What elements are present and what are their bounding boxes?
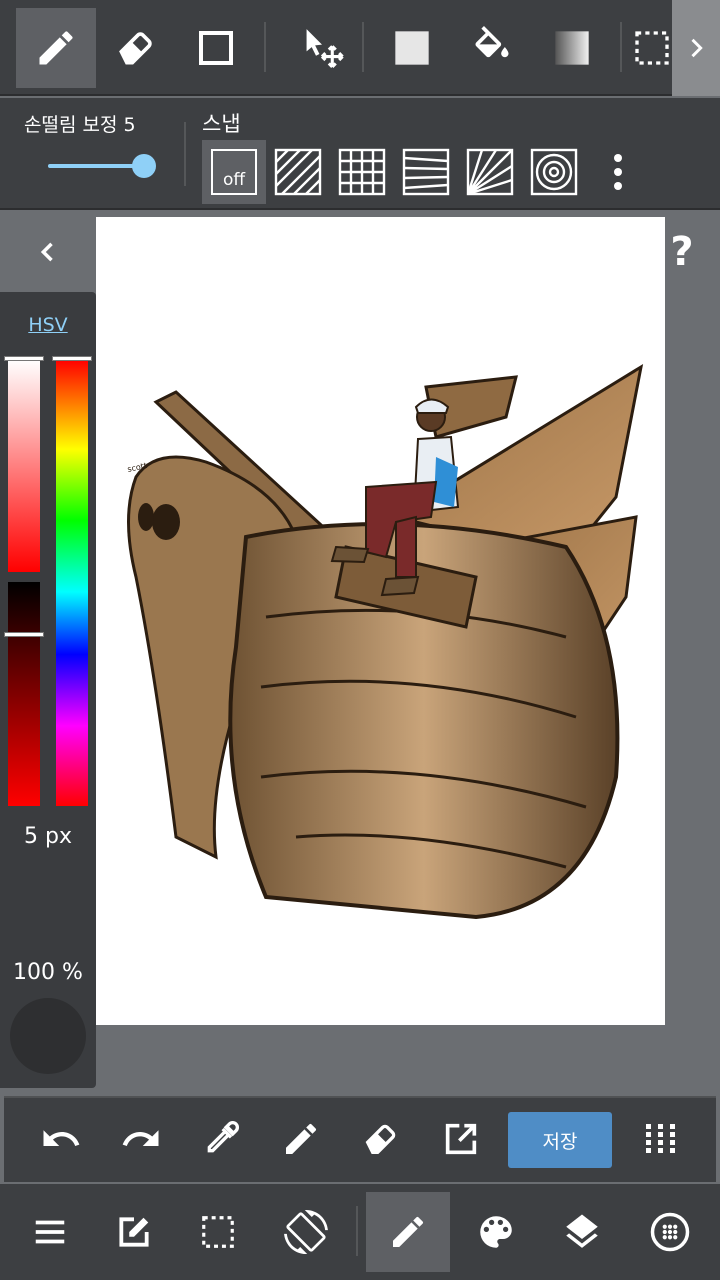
move-cursor-icon <box>306 29 344 68</box>
concentric-circles-icon <box>530 148 578 196</box>
medibang-app: 손떨림 보정 5 스냅 off scott ? HSV 5 px 100 % 저… <box>0 0 720 1280</box>
drawing-canvas[interactable]: scott <box>96 217 665 1025</box>
gradient-icon <box>555 31 589 65</box>
radial-lines-icon <box>466 148 514 196</box>
undo-icon <box>43 1130 80 1146</box>
saturation-marker[interactable] <box>4 356 44 361</box>
snap-concentric-button[interactable] <box>522 140 586 204</box>
hamburger-menu-icon <box>35 1220 65 1244</box>
toolbar-expand-button[interactable] <box>672 0 720 96</box>
edit-square-icon <box>119 1217 149 1247</box>
help-button[interactable]: ? <box>658 228 706 276</box>
pen-tool-button[interactable] <box>16 8 96 88</box>
shape-tool-button[interactable] <box>176 8 256 88</box>
pirate-ship-artwork: scott <box>127 363 644 920</box>
stabilizer-slider-knob[interactable] <box>132 154 156 178</box>
snap-off-icon: off <box>211 149 257 195</box>
dots-grid-icon <box>646 1124 675 1153</box>
chevron-right-icon <box>691 38 703 58</box>
redo-button[interactable] <box>106 1104 176 1174</box>
snap-parallel-button[interactable] <box>266 140 330 204</box>
move-tool-button[interactable] <box>282 8 362 88</box>
stabilizer-slider-track[interactable] <box>48 164 144 168</box>
hue-marker[interactable] <box>52 356 92 361</box>
layers-button[interactable] <box>540 1192 624 1272</box>
export-button[interactable] <box>426 1104 496 1174</box>
more-actions-button[interactable] <box>626 1104 696 1174</box>
pencil-icon <box>286 1123 317 1154</box>
brush-nav-button[interactable] <box>366 1192 450 1272</box>
pencil-icon <box>39 31 73 65</box>
save-button[interactable]: 저장 <box>508 1112 612 1168</box>
pencil-icon <box>393 1216 424 1247</box>
dotted-select-icon <box>202 1216 234 1248</box>
selection-menu-button[interactable] <box>176 1192 260 1272</box>
screen-rotation-icon <box>284 1210 328 1254</box>
rotate-canvas-button[interactable] <box>264 1192 348 1272</box>
parallel-lines-icon <box>274 148 322 196</box>
more-vertical-icon <box>614 154 622 190</box>
snap-more-button[interactable] <box>590 140 646 204</box>
hue-slider[interactable] <box>56 360 88 806</box>
panel-collapse-button[interactable] <box>0 212 96 292</box>
brightness-slider[interactable] <box>8 582 40 806</box>
dotted-circle-icon <box>650 1212 690 1252</box>
eraser-icon <box>119 32 152 65</box>
pen-settings-button[interactable] <box>266 1104 336 1174</box>
edit-button[interactable] <box>92 1192 176 1272</box>
snap-radial-button[interactable] <box>458 140 522 204</box>
eraser-tool-button[interactable] <box>96 8 176 88</box>
gradient-tool-button[interactable] <box>532 8 612 88</box>
color-panel: HSV 5 px 100 % <box>0 292 96 1088</box>
eraser-toggle-button[interactable] <box>346 1104 416 1174</box>
snap-off-button[interactable]: off <box>202 140 266 204</box>
palette-icon <box>480 1216 512 1248</box>
brush-size-label[interactable]: 5 px <box>0 824 96 849</box>
snap-grid-button[interactable] <box>330 140 394 204</box>
open-external-icon <box>445 1123 477 1155</box>
paint-bucket-icon <box>475 26 509 58</box>
grid-icon <box>338 148 386 196</box>
eyedropper-button[interactable] <box>186 1104 256 1174</box>
selection-tool-button[interactable] <box>630 8 674 88</box>
undo-button[interactable] <box>26 1104 96 1174</box>
toolbar-divider <box>264 22 266 72</box>
material-button[interactable] <box>628 1192 712 1272</box>
saturation-slider[interactable] <box>8 360 40 572</box>
hsv-mode-link[interactable]: HSV <box>0 314 96 336</box>
snap-off-text: off <box>222 170 246 190</box>
color-palette-button[interactable] <box>454 1192 538 1272</box>
snap-perspective-button[interactable] <box>394 140 458 204</box>
brush-preview <box>10 998 86 1074</box>
dotted-select-icon <box>635 31 669 65</box>
stabilizer-label: 손떨림 보정 5 <box>24 114 136 136</box>
toolbar-divider <box>620 22 622 72</box>
eraser-icon <box>365 1124 396 1154</box>
nav-divider <box>356 1206 358 1256</box>
layers-icon <box>566 1214 598 1248</box>
toolbar-divider <box>362 22 364 72</box>
fill-color-tool-button[interactable] <box>372 8 452 88</box>
chevron-left-icon <box>40 242 53 262</box>
bucket-tool-button[interactable] <box>452 8 532 88</box>
opacity-label[interactable]: 100 % <box>0 960 96 985</box>
square-outline-icon <box>199 31 233 65</box>
redo-icon <box>122 1130 159 1146</box>
perspective-lines-icon <box>402 148 450 196</box>
menu-button[interactable] <box>8 1192 92 1272</box>
brightness-marker[interactable] <box>4 632 44 637</box>
filled-square-icon <box>395 31 429 65</box>
snap-label: 스냅 <box>202 112 241 136</box>
options-divider <box>184 122 186 186</box>
eyedropper-icon <box>207 1120 240 1153</box>
